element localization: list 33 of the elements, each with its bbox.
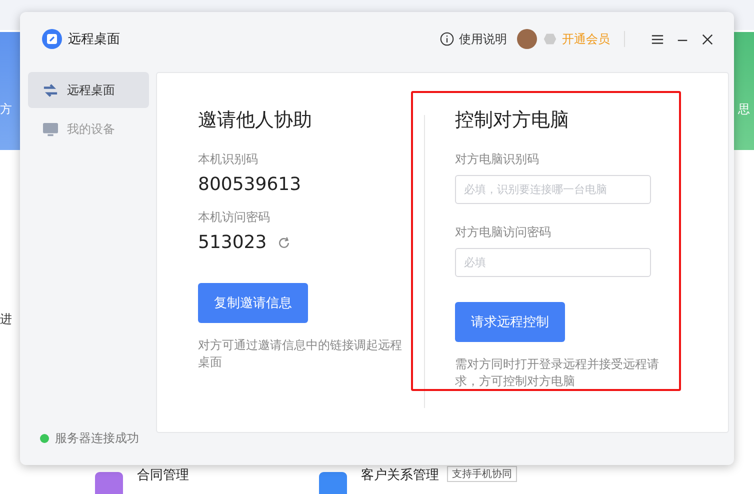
background-text: 思 (738, 101, 750, 118)
background-text: 进 (0, 311, 12, 328)
help-link[interactable]: 使用说明 (459, 30, 507, 48)
device-id-field[interactable]: 必填，识别要连接哪一台电脑 (455, 175, 651, 204)
status-text: 服务器连接成功 (55, 430, 139, 447)
sidebar-item[interactable]: 远程桌面 (28, 72, 149, 108)
section-heading: 邀请他人协助 (198, 108, 312, 133)
field-label: 对方电脑识别码 (455, 151, 539, 168)
field-label: 本机访问密码 (198, 209, 270, 226)
feature-tag: 支持手机协同 (447, 466, 517, 482)
transfer-icon (42, 82, 59, 98)
close-icon[interactable] (701, 32, 714, 46)
window-title: 远程桌面 (68, 31, 120, 48)
app-title[interactable]: 合同管理 (137, 466, 189, 484)
section-heading: 控制对方电脑 (455, 108, 569, 133)
info-icon[interactable] (440, 32, 454, 46)
field-label: 本机识别码 (198, 151, 258, 168)
refresh-icon[interactable] (276, 236, 291, 250)
hint-text: 对方可通过邀请信息中的链接调起远程桌面 (198, 337, 403, 371)
access-password: 513023 (198, 232, 267, 253)
vip-icon (543, 32, 557, 46)
password-field[interactable]: 必填 (455, 248, 651, 277)
app-logo-icon (42, 29, 62, 49)
hint-text: 需对方同时打开登录远程并接受远程请求，方可控制对方电脑 (455, 356, 660, 390)
request-control-button[interactable]: 请求远程控制 (455, 302, 565, 342)
device-id: 800539613 (198, 174, 302, 195)
copy-invite-button[interactable]: 复制邀请信息 (198, 283, 308, 323)
monitor-icon (42, 122, 59, 136)
background-text: 方 (0, 101, 12, 118)
app-title[interactable]: 客户关系管理 (361, 466, 439, 484)
avatar[interactable] (517, 29, 537, 49)
field-label: 对方电脑访问密码 (455, 224, 551, 241)
menu-icon[interactable] (651, 32, 664, 46)
